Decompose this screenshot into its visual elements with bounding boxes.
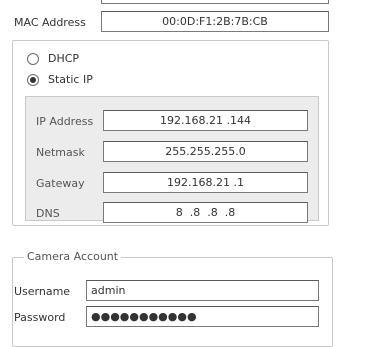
dhcp-label[interactable]: DHCP	[48, 52, 79, 65]
ip-address-input[interactable]: 192.168.21 .144	[103, 110, 308, 131]
netmask-label: Netmask	[36, 146, 85, 159]
dhcp-radio[interactable]	[27, 53, 39, 65]
camera-account-group	[12, 257, 333, 347]
ip-address-label: IP Address	[36, 115, 94, 128]
top-partial-field[interactable]	[101, 0, 329, 4]
gateway-label: Gateway	[36, 177, 85, 190]
dns-input[interactable]: 8 .8 .8 .8	[103, 202, 308, 223]
mac-address-field: 00:0D:F1:2B:7B:CB	[101, 11, 329, 32]
password-input[interactable]: ●●●●●●●●●●●	[86, 306, 319, 327]
dns-label: DNS	[36, 207, 60, 220]
password-label: Password	[14, 311, 66, 324]
mac-address-label: MAC Address	[14, 16, 86, 29]
camera-account-legend: Camera Account	[24, 250, 122, 263]
gateway-input[interactable]: 192.168.21 .1	[103, 172, 308, 193]
username-input[interactable]: admin	[86, 280, 319, 301]
netmask-input[interactable]: 255.255.255.0	[103, 141, 308, 162]
username-label: Username	[14, 285, 71, 298]
static-ip-radio[interactable]	[27, 74, 39, 86]
static-ip-label[interactable]: Static IP	[48, 73, 93, 86]
